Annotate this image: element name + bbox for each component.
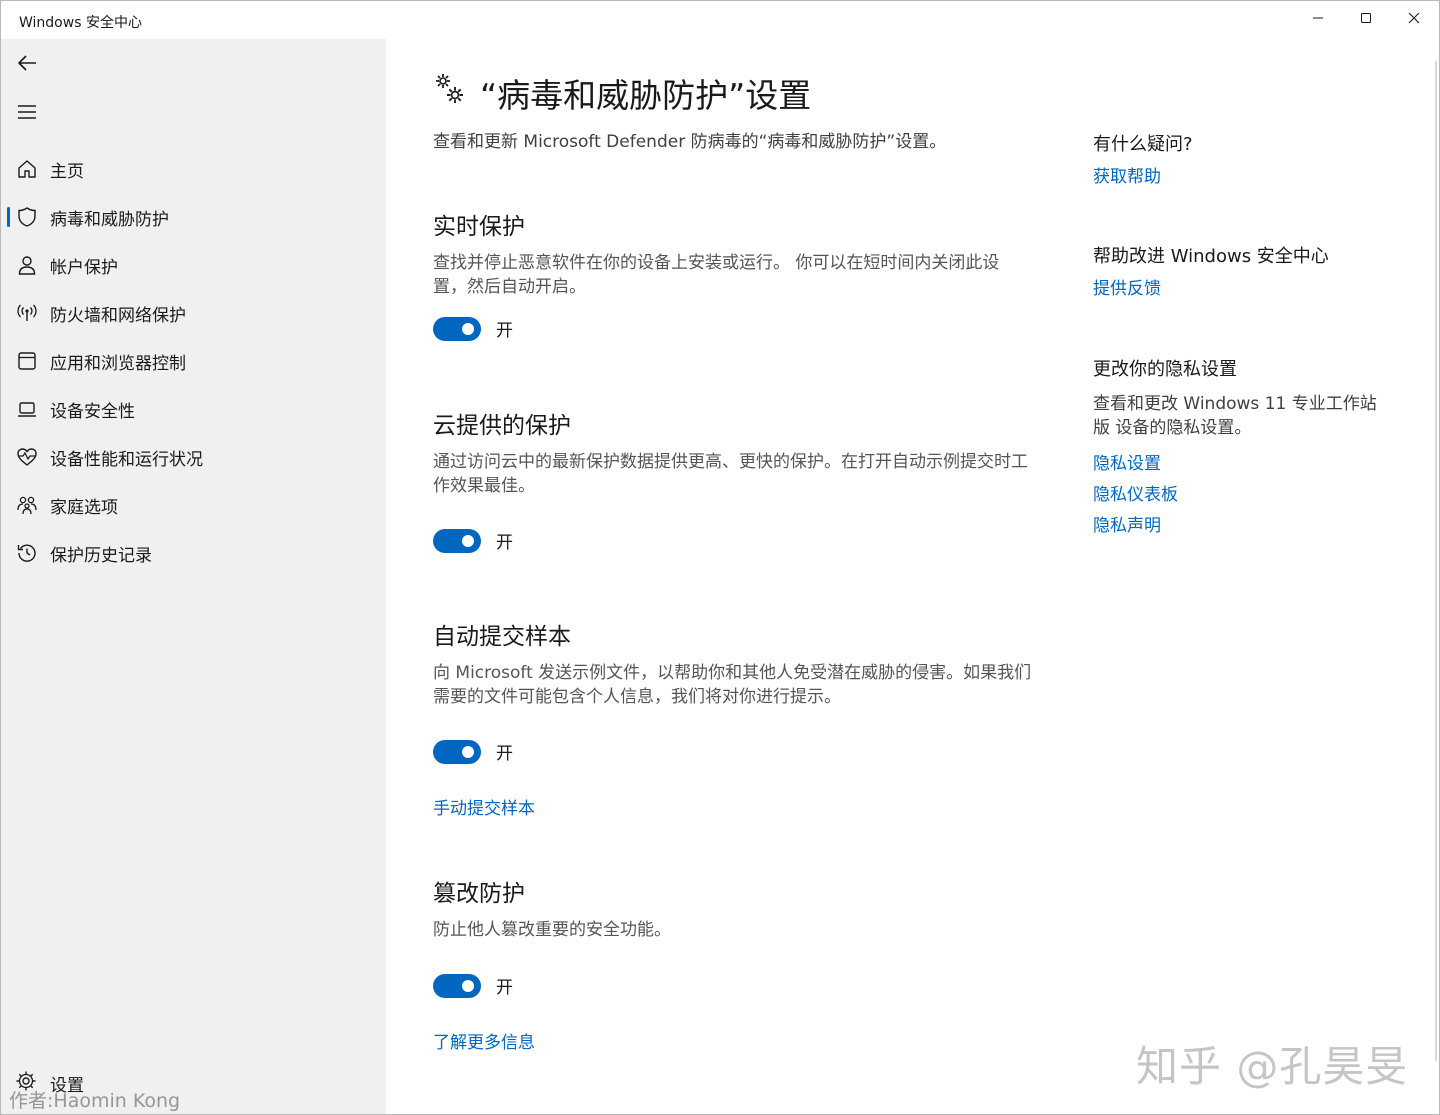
page-title: “病毒和威胁防护”设置: [480, 76, 812, 115]
manual-submit-link[interactable]: 手动提交样本: [433, 794, 535, 819]
app-window: Windows 安全中心 主页 病毒和威胁防护 帐户保护 防火墙和网络保护 应用…: [0, 0, 1440, 1115]
person-icon: [15, 253, 39, 277]
sidebar-item-label: 保护历史记录: [50, 545, 152, 566]
section-heading: 实时保护: [433, 214, 525, 240]
privacy-dashboard-link[interactable]: 隐私仪表板: [1093, 480, 1178, 505]
sample-submission-toggle-row: 开: [433, 739, 513, 764]
sidebar-item-label: 病毒和威胁防护: [50, 209, 169, 230]
question-heading: 有什么疑问?: [1093, 134, 1193, 155]
author-watermark: 作者:Haomin Kong: [9, 1090, 181, 1112]
section-description: 通过访问云中的最新保护数据提供更高、更快的保护。在打开自动示例提交时工作效果最佳…: [433, 452, 1028, 496]
cloud-protection-toggle[interactable]: [433, 528, 481, 553]
realtime-protection-toggle[interactable]: [433, 316, 481, 341]
section-heading: 篡改防护: [433, 881, 525, 907]
sidebar-item-label: 帐户保护: [50, 257, 118, 278]
sidebar-item-label: 设备安全性: [50, 401, 135, 422]
tamper-protection-toggle[interactable]: [433, 973, 481, 998]
close-button[interactable]: [1391, 1, 1437, 35]
privacy-settings-link[interactable]: 隐私设置: [1093, 449, 1161, 474]
sidebar-item-label: 主页: [50, 161, 84, 182]
back-arrow-icon: [18, 55, 36, 71]
app-window-icon: [15, 349, 39, 373]
toggle-state-label: 开: [496, 978, 513, 998]
menu-button[interactable]: [11, 96, 43, 128]
sidebar-item-label: 防火墙和网络保护: [50, 305, 186, 326]
main-content: “病毒和威胁防护”设置 查看和更新 Microsoft Defender 防病毒…: [386, 39, 1439, 1114]
sidebar-item-firewall[interactable]: 防火墙和网络保护: [1, 289, 386, 337]
history-icon: [15, 541, 39, 565]
home-icon: [15, 157, 39, 181]
sidebar-item-protection-history[interactable]: 保护历史记录: [1, 529, 386, 577]
section-description: 查找并停止恶意软件在你的设备上安装或运行。 你可以在短时间内关闭此设置，然后自动…: [433, 253, 1000, 297]
realtime-protection-section: 实时保护 查找并停止恶意软件在你的设备上安装或运行。 你可以在短时间内关闭此设置…: [433, 207, 1033, 347]
sidebar: 主页 病毒和威胁防护 帐户保护 防火墙和网络保护 应用和浏览器控制 设备安全性 …: [1, 39, 386, 1114]
maximize-button[interactable]: [1343, 1, 1389, 35]
title-bar[interactable]: Windows 安全中心: [1, 1, 1439, 39]
minimize-icon: [1313, 17, 1323, 19]
get-help-link[interactable]: 获取帮助: [1093, 162, 1161, 187]
privacy-heading: 更改你的隐私设置: [1093, 359, 1237, 380]
sidebar-item-label: 家庭选项: [50, 497, 118, 518]
privacy-description: 查看和更改 Windows 11 专业工作站版 设备的隐私设置。: [1093, 394, 1377, 438]
close-icon: [1408, 12, 1420, 24]
sidebar-item-virus-protection[interactable]: 病毒和威胁防护: [1, 193, 386, 241]
improve-heading: 帮助改进 Windows 安全中心: [1093, 246, 1329, 267]
gears-icon: [432, 71, 468, 107]
cloud-protection-toggle-row: 开: [433, 528, 513, 553]
sidebar-nav: 主页 病毒和威胁防护 帐户保护 防火墙和网络保护 应用和浏览器控制 设备安全性 …: [1, 145, 386, 577]
hamburger-menu-icon: [18, 105, 36, 119]
sidebar-item-label: 设备性能和运行状况: [50, 449, 203, 470]
feedback-link[interactable]: 提供反馈: [1093, 274, 1161, 299]
privacy-statement-link[interactable]: 隐私声明: [1093, 511, 1161, 536]
sidebar-item-device-performance[interactable]: 设备性能和运行状况: [1, 433, 386, 481]
family-icon: [15, 493, 39, 517]
sample-submission-toggle[interactable]: [433, 739, 481, 764]
back-button[interactable]: [11, 47, 43, 79]
cloud-protection-section: 云提供的保护 通过访问云中的最新保护数据提供更高、更快的保护。在打开自动示例提交…: [433, 406, 1033, 556]
sidebar-item-device-security[interactable]: 设备安全性: [1, 385, 386, 433]
learn-more-link[interactable]: 了解更多信息: [433, 1028, 535, 1053]
tamper-protection-toggle-row: 开: [433, 973, 513, 998]
heart-pulse-icon: [15, 445, 39, 469]
toggle-state-label: 开: [496, 744, 513, 764]
tamper-protection-section: 篡改防护 防止他人篡改重要的安全功能。 开 了解更多信息: [433, 874, 1033, 1064]
scrollbar[interactable]: [1435, 61, 1437, 1061]
sidebar-item-family[interactable]: 家庭选项: [1, 481, 386, 529]
page-subtitle: 查看和更新 Microsoft Defender 防病毒的“病毒和威胁防护”设置…: [433, 132, 947, 152]
section-heading: 自动提交样本: [433, 624, 571, 650]
toggle-state-label: 开: [496, 533, 513, 553]
minimize-button[interactable]: [1295, 1, 1341, 35]
sidebar-item-home[interactable]: 主页: [1, 145, 386, 193]
window-title: Windows 安全中心: [19, 15, 142, 31]
sidebar-item-label: 应用和浏览器控制: [50, 353, 186, 374]
shield-icon: [15, 205, 39, 229]
sample-submission-section: 自动提交样本 向 Microsoft 发送示例文件，以帮助你和其他人免受潜在威胁…: [433, 617, 1033, 819]
antenna-icon: [15, 301, 39, 325]
maximize-icon: [1361, 13, 1371, 23]
laptop-icon: [15, 397, 39, 421]
section-description: 向 Microsoft 发送示例文件，以帮助你和其他人免受潜在威胁的侵害。如果我…: [433, 663, 1032, 707]
section-description: 防止他人篡改重要的安全功能。: [433, 920, 671, 940]
zhihu-watermark: 知乎 @孔昊旻: [1136, 1042, 1409, 1091]
sidebar-item-app-browser[interactable]: 应用和浏览器控制: [1, 337, 386, 385]
sidebar-item-account-protection[interactable]: 帐户保护: [1, 241, 386, 289]
realtime-protection-toggle-row: 开: [433, 316, 513, 341]
toggle-state-label: 开: [496, 321, 513, 341]
section-heading: 云提供的保护: [433, 413, 571, 439]
